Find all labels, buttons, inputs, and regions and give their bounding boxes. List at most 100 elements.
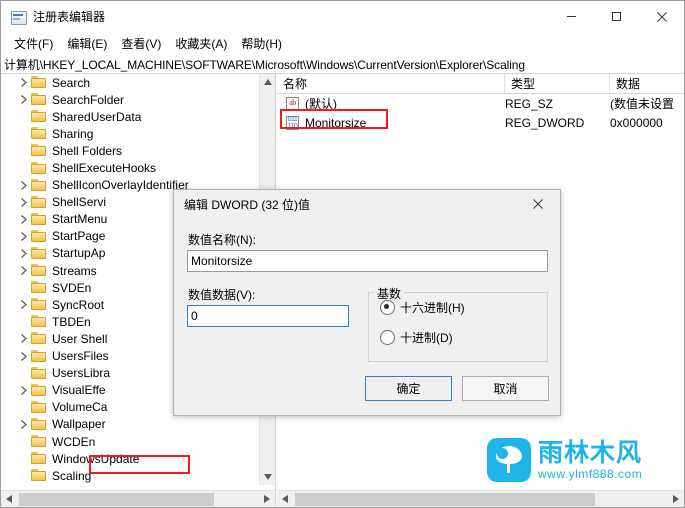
registry-editor-window: 注册表编辑器 文件(F) 编辑(E) 查看(V) 收藏夹(A) 帮助(H) 计算…: [0, 0, 685, 508]
string-value-icon: ab: [285, 96, 300, 111]
tree-item[interactable]: Shell Folders: [1, 142, 259, 159]
ok-button[interactable]: 确定: [365, 376, 452, 401]
tree-item-label: WindowsUpdate: [52, 451, 140, 466]
tree-item-label: ShellServi: [52, 195, 107, 210]
folder-icon: [31, 93, 47, 106]
column-header-type[interactable]: 类型: [505, 74, 610, 93]
value-list-horizontal-scrollbar[interactable]: [277, 490, 684, 507]
chevron-right-icon[interactable]: [18, 418, 30, 430]
value-scroll-right-button[interactable]: [668, 491, 684, 507]
chevron-right-icon[interactable]: [18, 247, 30, 259]
menu-file[interactable]: 文件(F): [7, 33, 60, 54]
value-type-cell: REG_DWORD: [505, 115, 585, 130]
tree-item[interactable]: WindowsUpdate: [1, 450, 259, 467]
folder-icon: [31, 127, 47, 140]
chevron-right-icon[interactable]: [18, 350, 30, 362]
tree-item[interactable]: SharedUserData: [1, 108, 259, 125]
tree-item-label: StartMenu: [52, 212, 108, 227]
radio-hexadecimal[interactable]: 十六进制(H): [380, 299, 465, 316]
tree-item-label: TBDEn: [52, 314, 91, 329]
folder-icon: [31, 76, 47, 89]
tree-item[interactable]: ShellExecuteHooks: [1, 159, 259, 176]
menu-help[interactable]: 帮助(H): [234, 33, 289, 54]
tree-item[interactable]: Wallpaper: [1, 416, 259, 433]
tree-item[interactable]: Ext: [1, 484, 259, 485]
tree-scroll-up-button[interactable]: [260, 74, 275, 90]
value-list-rows[interactable]: ab (默认) REG_SZ (数值未设置 011 110 Monitorsize REG_D…: [277, 94, 684, 132]
tree-item-label: Scaling: [52, 468, 92, 483]
chevron-right-icon[interactable]: [18, 299, 30, 311]
tree-item-label: StartupAp: [52, 246, 106, 261]
folder-icon: [31, 417, 47, 431]
radio-decimal-label: 十进制(D): [400, 331, 453, 345]
cancel-button[interactable]: 取消: [462, 376, 549, 401]
tree-horizontal-scrollbar[interactable]: [1, 490, 275, 507]
folder-icon: [31, 178, 47, 192]
chevron-right-icon[interactable]: [18, 213, 30, 225]
chevron-right-icon[interactable]: [18, 384, 30, 396]
value-hscroll-thumb[interactable]: [295, 493, 595, 506]
close-button[interactable]: [639, 1, 684, 32]
tree-item[interactable]: Scaling: [1, 467, 259, 484]
tree-item-label: VolumeCa: [52, 400, 108, 415]
value-row[interactable]: 011 110 Monitorsize REG_DWORD 0x000000: [277, 113, 684, 132]
watermark-name: 雨林木风: [538, 439, 643, 467]
menu-edit[interactable]: 编辑(E): [60, 33, 114, 54]
tree-scroll-left-button[interactable]: [1, 491, 17, 507]
tree-item-label: SharedUserData: [52, 109, 142, 124]
folder-icon: [31, 161, 47, 175]
tree-item[interactable]: Search: [1, 74, 259, 91]
value-type-cell: REG_SZ: [505, 96, 554, 111]
folder-icon: [31, 469, 47, 482]
column-header-name[interactable]: 名称: [277, 74, 505, 93]
watermark-url: www.ylmf888.com: [538, 467, 643, 481]
tree-item[interactable]: Sharing: [1, 125, 259, 142]
address-bar[interactable]: 计算机\HKEY_LOCAL_MACHINE\SOFTWARE\Microsof…: [1, 55, 684, 74]
chevron-right-icon[interactable]: [18, 94, 30, 106]
radio-hexadecimal-label: 十六进制(H): [400, 301, 465, 315]
value-data-cell: (数值未设置: [610, 97, 674, 111]
value-data-input-text: 0: [191, 309, 198, 323]
chevron-right-icon[interactable]: [18, 265, 30, 277]
chevron-right-icon[interactable]: [18, 196, 30, 208]
value-row[interactable]: ab (默认) REG_SZ (数值未设置: [277, 94, 684, 113]
tree-scroll-down-button[interactable]: [260, 469, 275, 485]
value-name-label: 数值名称(N):: [188, 233, 256, 247]
dialog-titlebar: 编辑 DWORD (32 位)值: [174, 190, 560, 218]
tree-item-label: Shell Folders: [52, 143, 123, 158]
tree-hscroll-thumb[interactable]: [19, 493, 214, 506]
chevron-right-icon[interactable]: [18, 230, 30, 242]
radio-decimal[interactable]: 十进制(D): [380, 329, 453, 346]
radio-hexadecimal-indicator: [380, 300, 395, 315]
tree-item[interactable]: SearchFolder: [1, 91, 259, 108]
value-list-header: 名称 类型 数据: [277, 74, 684, 94]
tree-item-label: StartPage: [52, 229, 106, 244]
leaf-icon: [487, 438, 531, 482]
maximize-button[interactable]: [594, 1, 639, 32]
minimize-button[interactable]: [549, 1, 594, 32]
tree-item-label: SearchFolder: [52, 92, 125, 107]
value-scroll-left-button[interactable]: [277, 491, 293, 507]
chevron-right-icon[interactable]: [18, 333, 30, 345]
tree-item-label: Search: [52, 75, 91, 90]
edit-dword-dialog: 编辑 DWORD (32 位)值 数值名称(N): Monitorsize 数值…: [173, 189, 561, 416]
folder-icon: [31, 110, 47, 123]
chevron-right-icon[interactable]: [18, 179, 30, 191]
value-data-input[interactable]: 0: [187, 305, 349, 327]
tree-item[interactable]: WCDEn: [1, 433, 259, 450]
value-name-input[interactable]: Monitorsize: [187, 250, 548, 272]
tree-scroll-right-button[interactable]: [259, 491, 275, 507]
column-header-data[interactable]: 数据: [610, 74, 684, 93]
menu-favorites[interactable]: 收藏夹(A): [168, 33, 234, 54]
tree-item-label: UsersFiles: [52, 349, 109, 364]
chevron-right-icon[interactable]: [18, 77, 30, 89]
folder-icon: [31, 383, 47, 397]
registry-path: 计算机\HKEY_LOCAL_MACHINE\SOFTWARE\Microsof…: [4, 57, 525, 72]
value-name-cell: Monitorsize: [305, 115, 367, 130]
dialog-close-button[interactable]: [516, 190, 560, 218]
menu-view[interactable]: 查看(V): [114, 33, 168, 54]
